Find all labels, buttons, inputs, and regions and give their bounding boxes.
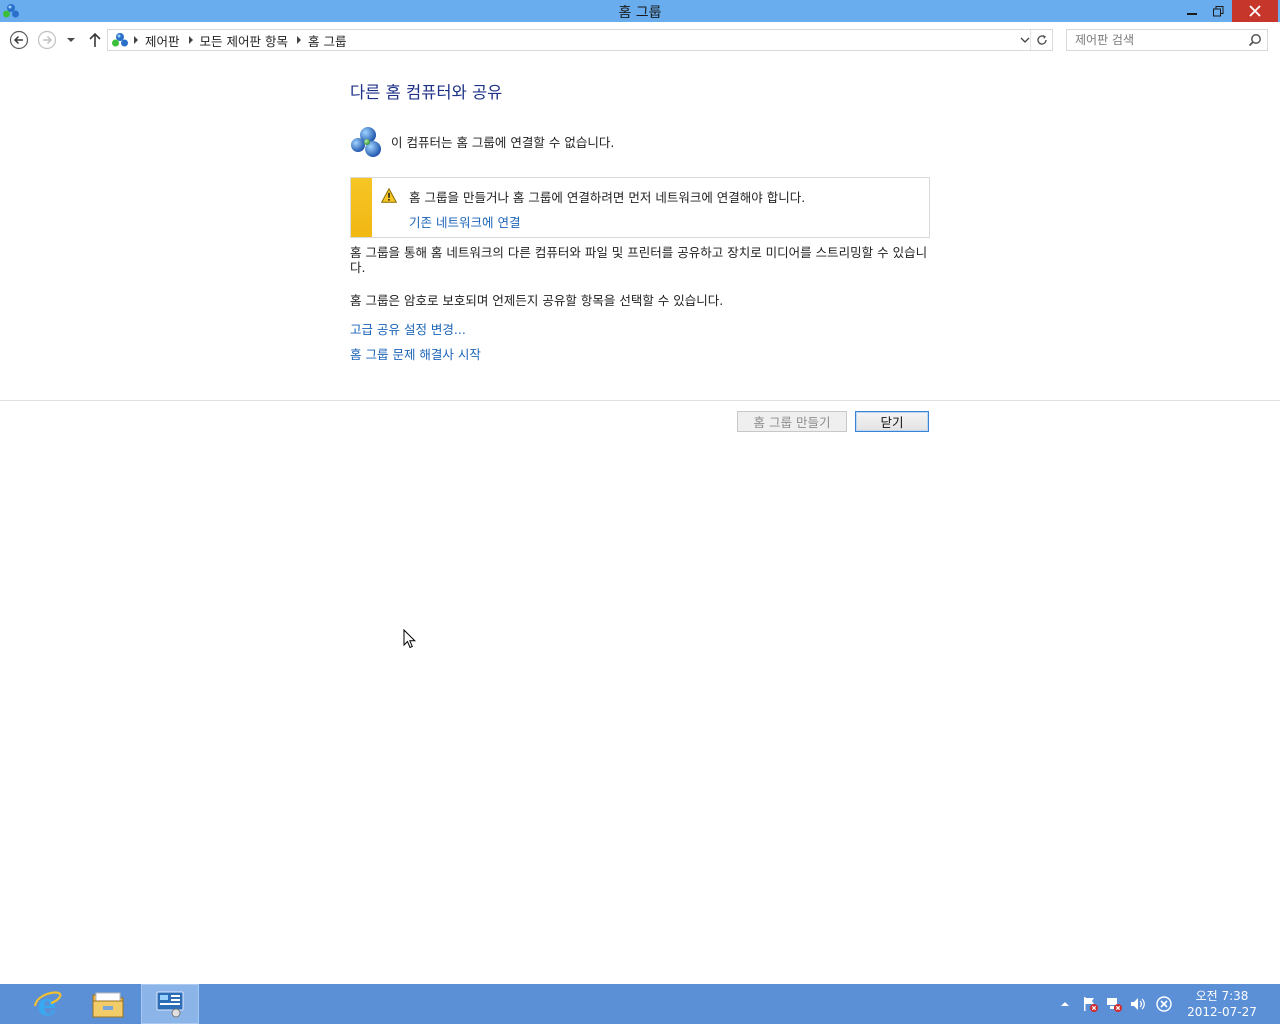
taskbar: e 오전 7:38 2012-07-27 (0, 984, 1280, 1024)
breadcrumb-all-items[interactable]: 모든 제어판 항목 (198, 31, 292, 50)
refresh-button[interactable] (1030, 30, 1053, 50)
up-button[interactable] (85, 30, 105, 50)
network-status-icon[interactable] (1104, 984, 1124, 1024)
chevron-down-icon (1020, 37, 1030, 43)
page-title: 다른 홈 컴퓨터와 공유 (350, 83, 503, 102)
create-homegroup-button[interactable]: 홈 그룹 만들기 (737, 411, 847, 432)
address-bar[interactable]: 제어판 모든 제어판 항목 홈 그룹 (107, 29, 1053, 51)
show-hidden-icons-button[interactable] (1058, 984, 1072, 1024)
window-title: 홈 그룹 (618, 5, 662, 21)
forward-arrow-icon (37, 30, 57, 50)
clock-time: 오전 7:38 (1195, 989, 1249, 1003)
back-arrow-icon (9, 30, 29, 50)
back-button[interactable] (9, 30, 29, 50)
breadcrumb-separator-icon[interactable] (184, 30, 198, 50)
internet-explorer-icon[interactable]: e (20, 984, 74, 1024)
breadcrumb-homegroup[interactable]: 홈 그룹 (306, 31, 350, 50)
troubleshooter-link[interactable]: 홈 그룹 문제 해결사 시작 (350, 344, 481, 363)
forward-button[interactable] (37, 30, 57, 50)
homegroup-description: 홈 그룹을 통해 홈 네트워크의 다른 컴퓨터와 파일 및 프린터를 공유하고 … (350, 245, 928, 275)
up-arrow-icon (89, 32, 101, 47)
homegroup-password-note: 홈 그룹은 암호로 보호되며 언제든지 공유할 항목을 선택할 수 있습니다. (350, 293, 724, 308)
clock-date: 2012-07-27 (1187, 1005, 1257, 1019)
warning-text: 홈 그룹을 만들거나 홈 그룹에 연결하려면 먼저 네트워크에 연결해야 합니다… (409, 190, 806, 205)
mouse-cursor-icon (403, 629, 417, 649)
homegroup-icon (350, 125, 383, 158)
refresh-icon (1037, 35, 1047, 45)
close-button[interactable]: 닫기 (855, 411, 929, 432)
divider (0, 400, 1280, 401)
breadcrumb-separator-icon[interactable] (292, 30, 306, 50)
connect-network-link[interactable]: 기존 네트워크에 연결 (409, 212, 520, 231)
control-panel-taskbar-button[interactable] (141, 984, 199, 1024)
breadcrumb-control-panel[interactable]: 제어판 (143, 31, 184, 50)
restore-button[interactable] (1206, 0, 1230, 22)
search-box[interactable] (1066, 29, 1268, 51)
navigation-bar: 제어판 모든 제어판 항목 홈 그룹 (0, 22, 1280, 58)
advanced-sharing-link[interactable]: 고급 공유 설정 변경... (350, 319, 466, 338)
recent-locations-button[interactable] (63, 30, 79, 50)
search-icon[interactable] (1248, 33, 1262, 47)
warning-strip (351, 178, 372, 237)
control-panel-icon (156, 991, 184, 1018)
control-panel-icon[interactable] (111, 31, 129, 49)
minimize-button[interactable] (1180, 0, 1204, 22)
close-window-button[interactable] (1232, 0, 1278, 22)
action-center-icon[interactable] (1080, 984, 1100, 1024)
search-input[interactable] (1067, 30, 1250, 50)
chevron-down-icon (67, 38, 75, 42)
breadcrumb: 제어판 모든 제어판 항목 홈 그룹 (108, 30, 350, 50)
status-row: 이 컴퓨터는 홈 그룹에 연결할 수 없습니다. (350, 125, 614, 157)
title-bar: 홈 그룹 (0, 0, 1280, 22)
chevron-up-icon (1061, 1002, 1069, 1006)
warning-box: 홈 그룹을 만들거나 홈 그룹에 연결하려면 먼저 네트워크에 연결해야 합니다… (350, 177, 930, 238)
file-explorer-icon[interactable] (80, 984, 136, 1024)
volume-icon[interactable] (1128, 984, 1148, 1024)
breadcrumb-separator-icon[interactable] (129, 30, 143, 50)
warning-icon (381, 188, 397, 203)
close-circle-icon[interactable] (1154, 984, 1174, 1024)
status-text: 이 컴퓨터는 홈 그룹에 연결할 수 없습니다. (391, 134, 615, 150)
taskbar-clock[interactable]: 오전 7:38 2012-07-27 (1180, 988, 1264, 1020)
